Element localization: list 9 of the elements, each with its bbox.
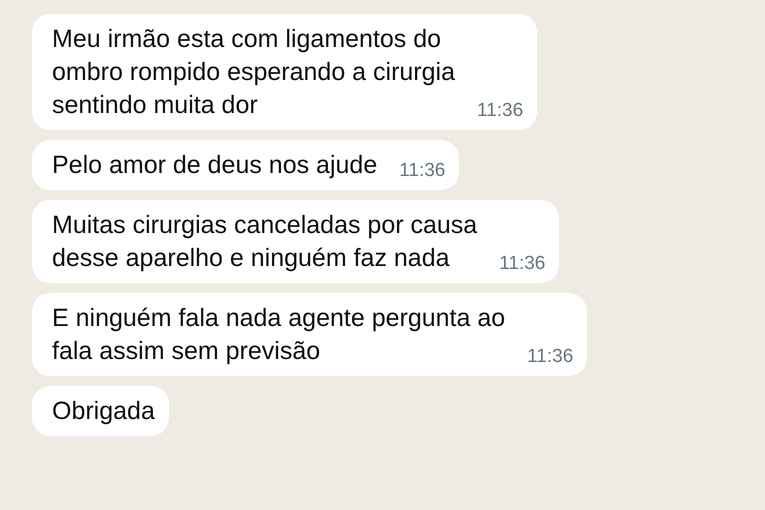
- message-text: Pelo amor de deus nos ajude: [52, 150, 378, 181]
- message-time: 11:36: [499, 253, 546, 275]
- message-text: Meu irmão esta com ligamentos do ombro rompido esperando a cirurgia sentindo muita dor: [52, 24, 455, 121]
- message-time: 11:36: [399, 160, 446, 182]
- message-time: 11:36: [527, 346, 574, 368]
- message-text: E ninguém fala nada agente pergunta ao fala assim sem previsão: [52, 303, 506, 367]
- message-time: 11:36: [477, 100, 524, 122]
- message-text: Muitas cirurgias canceladas por causa desse aparelho e ninguém faz nada: [52, 210, 478, 274]
- message-text: Obrigada: [52, 396, 155, 427]
